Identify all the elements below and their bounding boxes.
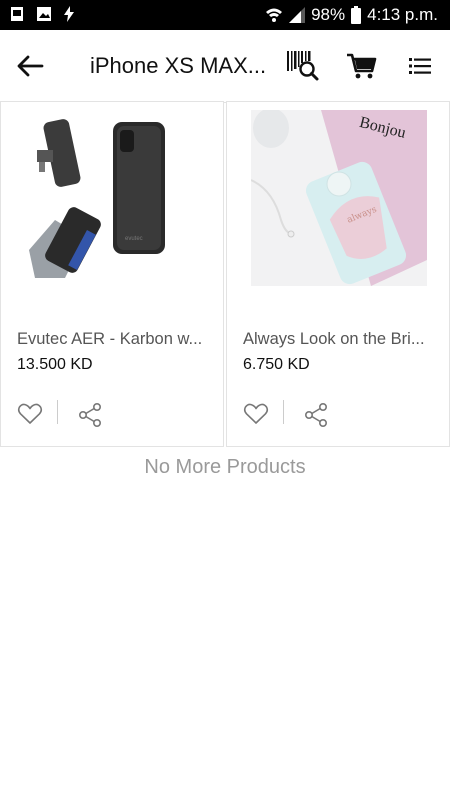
divider — [283, 400, 284, 424]
arrow-left-icon[interactable] — [14, 50, 46, 82]
charging-bolt-icon — [64, 6, 74, 22]
divider — [57, 400, 58, 424]
product-name[interactable]: Always Look on the Bri... — [243, 330, 443, 349]
product-card[interactable]: Bonjou always Always Look on the Bri... … — [226, 101, 450, 447]
heart-icon[interactable] — [17, 402, 43, 426]
share-icon[interactable] — [77, 402, 103, 428]
clock: 4:13 p.m. — [367, 5, 438, 24]
product-name[interactable]: Evutec AER - Karbon w... — [17, 330, 217, 349]
signal-icon — [289, 7, 306, 23]
status-bar: 98% 4:13 p.m. — [0, 0, 450, 30]
no-more-products-text: No More Products — [144, 456, 306, 478]
barcode-search-icon[interactable] — [284, 48, 320, 84]
product-price: 13.500 KD — [17, 356, 93, 373]
product-grid: evutec Evutec AER - Karbon w... 13.500 K… — [0, 101, 450, 449]
heart-icon[interactable] — [243, 402, 269, 426]
product-image[interactable]: evutec — [25, 110, 201, 286]
cart-icon[interactable] — [344, 48, 380, 84]
app-bar: iPhone XS MAX... — [0, 30, 450, 103]
product-image[interactable]: Bonjou always — [251, 110, 427, 286]
gallery-notification-icon — [37, 7, 51, 21]
wifi-icon — [266, 8, 283, 22]
status-icons-right: 98% 4:13 p.m. — [265, 5, 438, 25]
battery-icon — [351, 6, 362, 24]
status-icons-left — [10, 6, 74, 22]
list-view-icon[interactable] — [402, 48, 438, 84]
svg-text:evutec: evutec — [125, 236, 143, 242]
product-price: 6.750 KD — [243, 356, 310, 373]
page-title: iPhone XS MAX... — [90, 53, 267, 78]
product-card[interactable]: evutec Evutec AER - Karbon w... 13.500 K… — [0, 101, 224, 447]
battery-percent: 98% — [311, 5, 346, 24]
share-icon[interactable] — [303, 402, 329, 428]
image-notification-icon — [11, 7, 23, 21]
